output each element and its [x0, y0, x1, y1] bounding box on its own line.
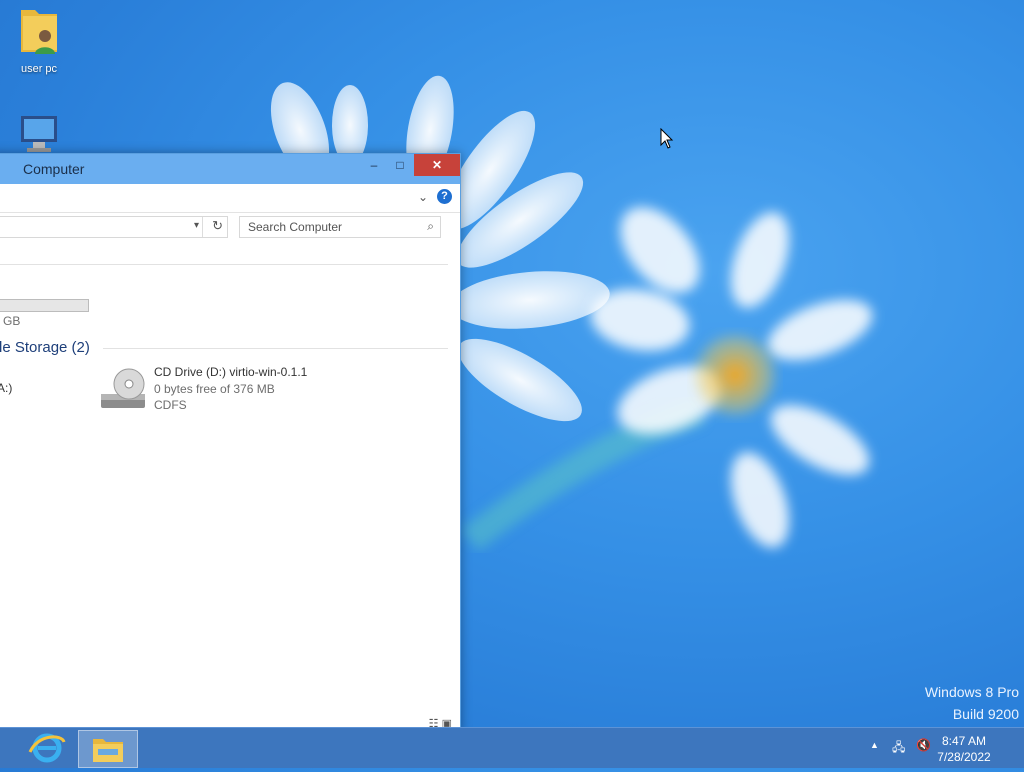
help-button[interactable]: ?	[437, 189, 452, 204]
desktop-icon-user-pc[interactable]: user pc	[4, 6, 74, 75]
search-icon[interactable]: ⌕	[427, 219, 434, 234]
search-placeholder: Search Computer	[248, 220, 343, 234]
search-input[interactable]: Search Computer ⌕	[239, 216, 441, 238]
desktop-icon-label: user pc	[20, 63, 58, 75]
chevron-down-icon[interactable]: ▾	[194, 220, 199, 231]
close-button[interactable]: ✕	[414, 154, 460, 176]
mouse-cursor-icon	[660, 128, 674, 149]
minimize-button[interactable]: –	[361, 154, 387, 176]
explorer-window: Computer – □ ✕ ⌄ ? ▾ ↻ Search Computer ⌕…	[0, 153, 461, 733]
internet-explorer-icon	[28, 733, 66, 763]
computer-icon	[21, 116, 57, 152]
show-hidden-icons-icon[interactable]: ▲	[870, 740, 879, 750]
address-separator	[202, 217, 203, 237]
window-title: Computer	[23, 161, 85, 177]
watermark-edition: Windows 8 Pro	[924, 684, 1019, 700]
ribbon-expand-chevron-icon[interactable]: ⌄	[418, 190, 428, 204]
cd-drive-name[interactable]: CD Drive (D:) virtio-win-0.1.1	[154, 365, 307, 379]
clock[interactable]: 8:47 AM 7/28/2022	[934, 733, 994, 765]
volume-muted-icon[interactable]: 🔇	[916, 738, 931, 752]
address-row: ▾ ↻ Search Computer ⌕	[0, 214, 460, 244]
taskbar-file-explorer[interactable]	[78, 730, 138, 768]
cd-drive-filesystem: CDFS	[154, 398, 187, 412]
user-folder-icon	[21, 10, 57, 54]
floppy-drive-label[interactable]: A:)	[0, 381, 12, 395]
taskbar: ▲ 🖧 🔇 8:47 AM 7/28/2022	[0, 727, 1024, 768]
cd-drive-icon[interactable]	[99, 366, 149, 414]
file-explorer-icon	[93, 739, 123, 762]
clock-time: 8:47 AM	[941, 734, 987, 748]
desktop-icon-computer[interactable]	[4, 114, 74, 157]
maximize-button[interactable]: □	[387, 154, 413, 176]
drive-size-text: GB	[3, 314, 21, 328]
section-header-removable-storage[interactable]: le Storage (2)	[0, 339, 90, 356]
windows-watermark: Windows 8 Pro Build 9200	[925, 681, 1019, 725]
clock-date: 7/28/2022	[937, 750, 991, 764]
section-divider	[103, 348, 448, 349]
system-tray: ▲ 🖧 🔇 8:47 AM 7/28/2022	[864, 728, 1024, 768]
address-bar[interactable]: ▾ ↻	[0, 216, 228, 238]
network-icon[interactable]: 🖧	[892, 738, 905, 759]
watermark-build: Build 9200	[952, 706, 1019, 722]
ribbon-toolbar: ⌄ ?	[0, 184, 460, 213]
drive-usage-bar	[0, 299, 89, 312]
refresh-icon[interactable]: ↻	[212, 218, 223, 234]
taskbar-internet-explorer[interactable]	[18, 730, 76, 766]
title-bar[interactable]: Computer – □ ✕	[0, 154, 460, 184]
divider	[0, 264, 448, 265]
cd-drive-free-space: 0 bytes free of 376 MB	[154, 382, 275, 396]
